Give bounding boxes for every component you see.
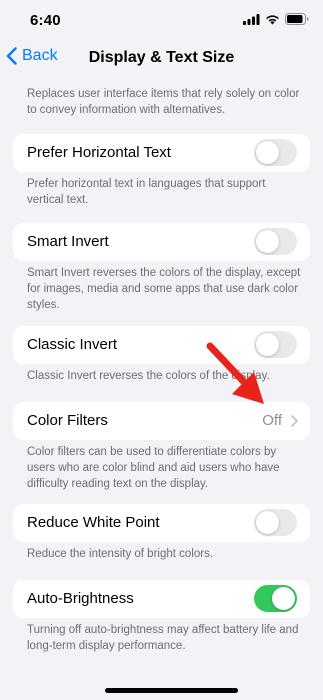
auto-brightness-row[interactable]: Auto-Brightness	[13, 580, 310, 618]
prefer-horizontal-text-label: Prefer Horizontal Text	[27, 144, 171, 161]
red-arrow-annotation	[206, 342, 264, 404]
auto-brightness-footer: Turning off auto-brightness may affect b…	[27, 624, 299, 652]
toggle-knob	[256, 141, 279, 164]
color-filters-label: Color Filters	[27, 412, 108, 429]
prefer-horizontal-text-footer: Prefer horizontal text in languages that…	[27, 178, 266, 206]
reduce-white-point-toggle[interactable]	[254, 509, 297, 536]
toggle-knob	[256, 511, 279, 534]
reduce-white-point-footer: Reduce the intensity of bright colors.	[27, 548, 214, 560]
smart-invert-row[interactable]: Smart Invert	[13, 223, 310, 261]
reduce-white-point-label: Reduce White Point	[27, 514, 160, 531]
prefer-horizontal-text-row[interactable]: Prefer Horizontal Text	[13, 134, 310, 172]
wifi-icon	[266, 14, 279, 24]
auto-brightness-toggle[interactable]	[254, 585, 297, 612]
smart-invert-footer: Smart Invert reverses the colors of the …	[27, 267, 301, 311]
color-filters-value: Off	[262, 412, 282, 429]
color-filters-footer: Color filters can be used to differentia…	[27, 446, 280, 490]
smart-invert-label: Smart Invert	[27, 233, 109, 250]
classic-invert-label: Classic Invert	[27, 336, 118, 353]
auto-brightness-label: Auto-Brightness	[27, 590, 134, 607]
smart-invert-toggle[interactable]	[254, 228, 297, 255]
signal-icon	[243, 13, 260, 25]
differentiate-without-color-footer: Replaces user interface items that rely …	[27, 88, 300, 116]
status-icons	[243, 13, 309, 25]
status-time: 6:40	[30, 12, 61, 29]
toggle-knob	[272, 587, 295, 610]
chevron-right-icon	[291, 415, 298, 427]
home-indicator	[105, 688, 238, 693]
status-bar: 6:40	[0, 0, 323, 40]
prefer-horizontal-text-toggle[interactable]	[254, 139, 297, 166]
toggle-knob	[256, 230, 279, 253]
navigation-bar: Back Display & Text Size	[0, 40, 323, 78]
reduce-white-point-row[interactable]: Reduce White Point	[13, 504, 310, 542]
page-title: Display & Text Size	[88, 49, 235, 66]
battery-icon	[285, 13, 309, 25]
